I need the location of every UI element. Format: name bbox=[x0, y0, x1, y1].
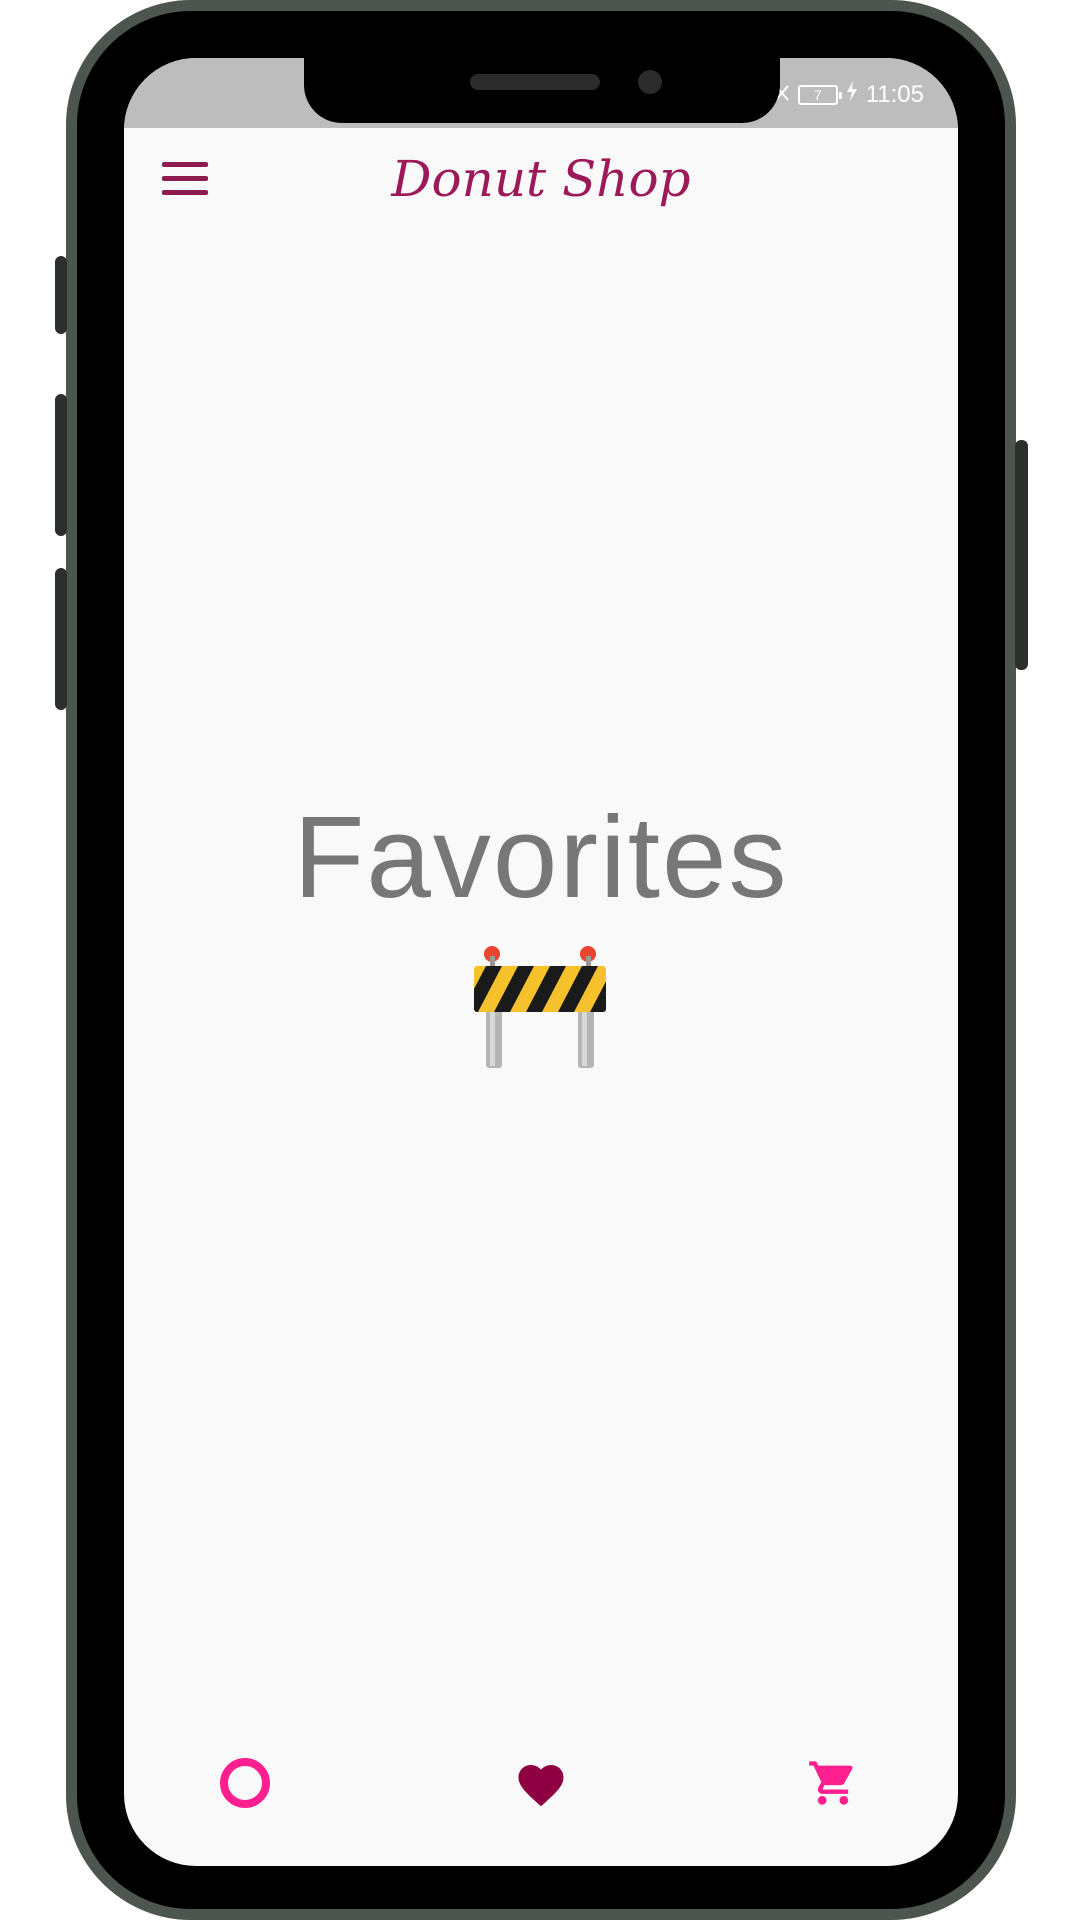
app-bar: Donut Shop bbox=[124, 128, 958, 238]
bottom-navigation bbox=[124, 1738, 958, 1828]
phone-volume-up-button bbox=[55, 394, 67, 536]
app-title: Donut Shop bbox=[391, 150, 691, 208]
battery-icon: 7 bbox=[797, 84, 842, 105]
app-screen: 7 11:05 Donut Shop Favorites bbox=[124, 58, 958, 1866]
phone-side-button bbox=[55, 256, 67, 334]
phone-power-button bbox=[1015, 440, 1028, 670]
speaker-grille bbox=[470, 74, 600, 90]
nav-donuts[interactable] bbox=[200, 1738, 290, 1828]
donut-icon bbox=[220, 1758, 270, 1808]
nav-cart[interactable] bbox=[788, 1738, 878, 1828]
status-icons: 7 11:05 bbox=[774, 80, 924, 109]
battery-level: 7 bbox=[813, 86, 822, 103]
status-time: 11:05 bbox=[865, 80, 924, 108]
nav-favorites[interactable] bbox=[496, 1738, 586, 1828]
cart-icon bbox=[809, 1761, 853, 1805]
heart-icon bbox=[518, 1765, 564, 1807]
page-title: Favorites bbox=[293, 792, 789, 922]
phone-volume-down-button bbox=[55, 568, 67, 710]
front-camera bbox=[638, 70, 662, 94]
phone-notch bbox=[304, 58, 780, 123]
charging-icon bbox=[846, 80, 858, 109]
construction-barrier-icon bbox=[474, 946, 606, 1068]
